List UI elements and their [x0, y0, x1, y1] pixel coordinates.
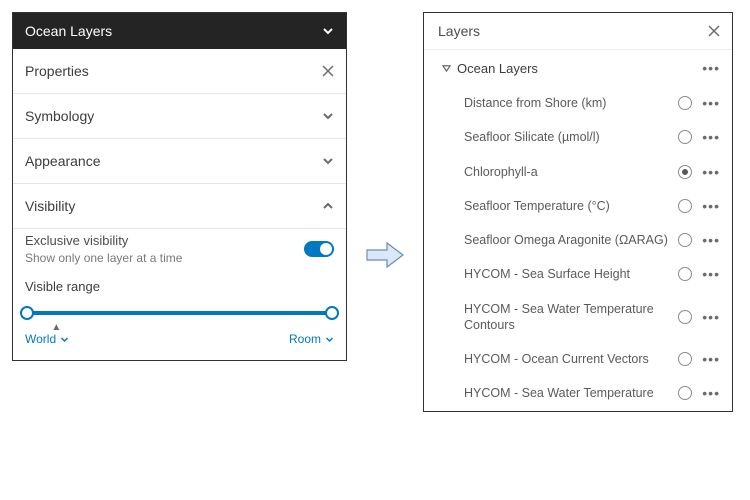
- more-options-icon[interactable]: •••: [702, 232, 720, 248]
- scale-max-dropdown[interactable]: Room: [289, 332, 334, 346]
- layer-row[interactable]: Seafloor Silicate (µmol/l) •••: [424, 120, 732, 154]
- more-options-icon[interactable]: •••: [702, 351, 720, 367]
- layer-name: Seafloor Omega Aragonite (ΩARAG): [464, 232, 678, 248]
- exclusive-visibility-toggle[interactable]: [304, 241, 334, 257]
- expand-triangle-icon[interactable]: [442, 64, 451, 73]
- layer-row[interactable]: HYCOM - Sea Water Temperature •••: [424, 376, 732, 410]
- layer-row[interactable]: HYCOM - Ocean Current Vectors •••: [424, 342, 732, 376]
- more-options-icon[interactable]: •••: [702, 60, 720, 76]
- panel-title-bar: Ocean Layers: [13, 13, 346, 49]
- properties-header: Properties: [13, 49, 346, 94]
- more-options-icon[interactable]: •••: [702, 266, 720, 282]
- visible-range-label: Visible range: [25, 279, 334, 294]
- slider-track: [27, 311, 332, 315]
- visibility-label: Visibility: [25, 198, 75, 214]
- appearance-section[interactable]: Appearance: [13, 139, 346, 184]
- more-options-icon[interactable]: •••: [702, 385, 720, 401]
- layer-name: HYCOM - Sea Surface Height: [464, 266, 678, 282]
- more-options-icon[interactable]: •••: [702, 95, 720, 111]
- exclusive-visibility-row: Exclusive visibility Show only one layer…: [25, 233, 334, 265]
- layer-radio[interactable]: [678, 310, 692, 324]
- layer-name: Distance from Shore (km): [464, 95, 678, 111]
- layer-name: Seafloor Temperature (°C): [464, 198, 678, 214]
- layer-radio[interactable]: [678, 165, 692, 179]
- layer-name: Chlorophyll-a: [464, 164, 678, 180]
- layer-group-row[interactable]: Ocean Layers •••: [424, 50, 732, 86]
- layer-row[interactable]: Distance from Shore (km) •••: [424, 86, 732, 120]
- layer-name: HYCOM - Ocean Current Vectors: [464, 351, 678, 367]
- scale-min-dropdown[interactable]: World: [25, 332, 69, 346]
- slider-handle-min[interactable]: [20, 306, 34, 320]
- visibility-section[interactable]: Visibility: [13, 184, 346, 229]
- close-icon[interactable]: [322, 65, 334, 77]
- more-options-icon[interactable]: •••: [702, 164, 720, 180]
- layer-radio[interactable]: [678, 352, 692, 366]
- exclusive-visibility-subtitle: Show only one layer at a time: [25, 251, 182, 265]
- chevron-down-icon[interactable]: [322, 25, 334, 37]
- layer-radio[interactable]: [678, 233, 692, 247]
- layer-name: HYCOM - Sea Water Temperature: [464, 385, 678, 401]
- close-icon[interactable]: [708, 25, 720, 37]
- arrow-icon: [365, 237, 405, 276]
- chevron-down-icon: [322, 155, 334, 167]
- chevron-down-icon: [322, 110, 334, 122]
- layer-name: Seafloor Silicate (µmol/l): [464, 129, 678, 145]
- layers-title: Layers: [438, 23, 480, 39]
- more-options-icon[interactable]: •••: [702, 309, 720, 325]
- appearance-label: Appearance: [25, 153, 101, 169]
- symbology-section[interactable]: Symbology: [13, 94, 346, 139]
- layer-row[interactable]: Seafloor Temperature (°C) •••: [424, 189, 732, 223]
- properties-panel: Ocean Layers Properties Symbology Appear…: [12, 12, 347, 361]
- layer-row[interactable]: HYCOM - Sea Water Temperature Contours ••…: [424, 292, 732, 343]
- layer-name: HYCOM - Sea Water Temperature Contours: [464, 301, 678, 334]
- layers-panel: Layers Ocean Layers ••• Distance from Sh…: [423, 12, 733, 412]
- layer-row[interactable]: HYCOM - Sea Surface Height •••: [424, 257, 732, 291]
- layer-row[interactable]: Chlorophyll-a •••: [424, 155, 732, 189]
- slider-handle-max[interactable]: [325, 306, 339, 320]
- symbology-label: Symbology: [25, 108, 94, 124]
- chevron-up-icon: [322, 200, 334, 212]
- more-options-icon[interactable]: •••: [702, 198, 720, 214]
- layer-radio[interactable]: [678, 386, 692, 400]
- more-options-icon[interactable]: •••: [702, 129, 720, 145]
- layers-header: Layers: [424, 13, 732, 50]
- exclusive-visibility-title: Exclusive visibility: [25, 233, 182, 248]
- layer-radio[interactable]: [678, 96, 692, 110]
- chevron-down-icon: [60, 335, 69, 344]
- layer-radio[interactable]: [678, 267, 692, 281]
- layer-row[interactable]: Seafloor Omega Aragonite (ΩARAG) •••: [424, 223, 732, 257]
- layer-group-name: Ocean Layers: [457, 61, 538, 76]
- layers-list: Distance from Shore (km)•••Seafloor Sili…: [424, 86, 732, 411]
- layer-radio[interactable]: [678, 199, 692, 213]
- visible-range-slider[interactable]: ▲: [27, 304, 332, 330]
- chevron-down-icon: [325, 335, 334, 344]
- visibility-body: Exclusive visibility Show only one layer…: [13, 229, 346, 360]
- properties-label: Properties: [25, 63, 89, 79]
- slider-current-indicator: ▲: [51, 322, 61, 333]
- layer-radio[interactable]: [678, 130, 692, 144]
- scale-row: World Room: [25, 332, 334, 346]
- panel-title: Ocean Layers: [25, 23, 112, 39]
